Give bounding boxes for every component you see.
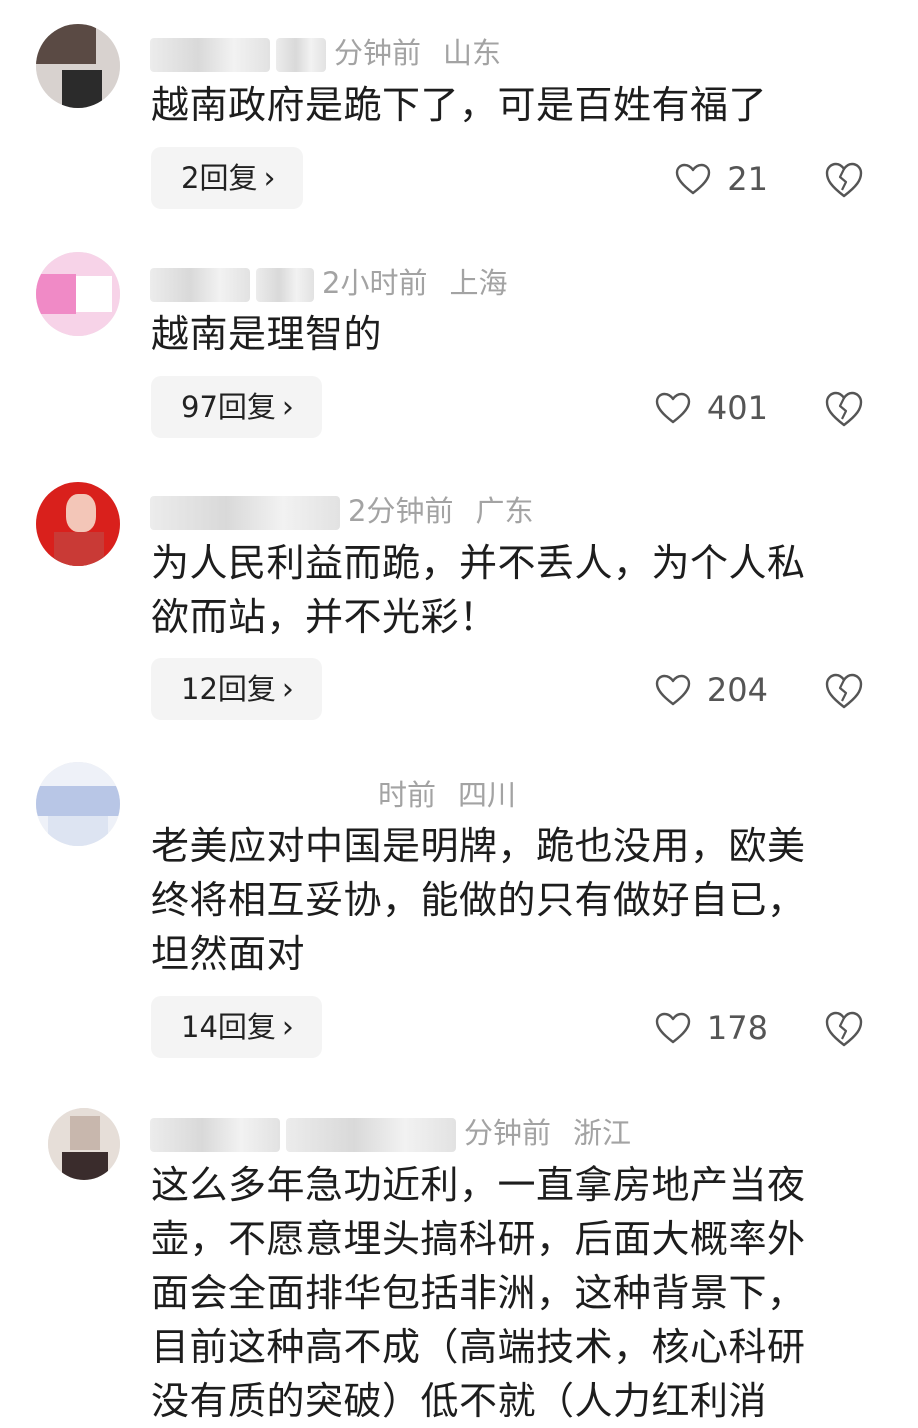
like-count: 401	[706, 389, 768, 427]
avatar[interactable]	[36, 762, 120, 846]
comment-time: 分钟前	[334, 36, 422, 70]
comment-line: 壶，不愿意埋头搞科研，后面大概率外	[151, 1217, 806, 1261]
comment-time: 2小时前	[322, 266, 428, 300]
comment-meta: 分钟前 浙江	[150, 1110, 631, 1152]
avatar[interactable]	[36, 24, 120, 108]
comment-line: 面会全面排华包括非洲，这种背景下，	[151, 1271, 806, 1315]
comment-line: 越南是理智的	[151, 312, 383, 356]
like-count: 178	[706, 1009, 768, 1047]
comment-text: 越南政府是跪下了，可是百姓有福了	[151, 78, 871, 132]
view-replies-button[interactable]: 97回复 ›	[151, 376, 322, 438]
comment-line: 没有质的突破）低不就（人力红利消	[151, 1379, 768, 1423]
comment-line: 老美应对中国是明牌，跪也没用，欧美	[151, 824, 806, 868]
view-replies-button[interactable]: 2回复 ›	[151, 147, 304, 209]
like-button[interactable]: 401	[655, 383, 768, 433]
comment-region: 山东	[443, 36, 502, 70]
reply-count: 14回复	[181, 1010, 276, 1044]
like-button[interactable]: 21	[675, 154, 768, 204]
comment-meta: 时前 四川	[150, 772, 516, 814]
comment-line: 越南政府是跪下了，可是百姓有福了	[151, 83, 768, 127]
chevron-right-icon: ›	[281, 390, 294, 425]
avatar[interactable]	[36, 482, 120, 566]
like-count: 21	[727, 160, 768, 198]
avatar[interactable]	[36, 252, 120, 336]
comment-line: 目前这种高不成（高端技术，核心科研	[151, 1325, 806, 1369]
chevron-right-icon: ›	[281, 672, 294, 707]
avatar[interactable]	[48, 1108, 120, 1180]
username-blurred[interactable]	[150, 496, 340, 530]
view-replies-button[interactable]: 12回复 ›	[151, 658, 322, 720]
like-button[interactable]: 178	[655, 1003, 768, 1053]
username-blurred[interactable]	[150, 268, 250, 302]
broken-heart-icon[interactable]	[824, 160, 864, 200]
comment-meta: 2分钟前 广东	[150, 488, 533, 530]
reply-count: 12回复	[181, 672, 276, 706]
comment-text: 越南是理智的	[151, 307, 871, 361]
heart-outline-icon	[676, 163, 711, 195]
comment-line: 坦然面对	[151, 932, 306, 976]
comment-line: 为人民利益而跪，并不丢人，为个人私	[151, 541, 806, 585]
comment-region: 广东	[475, 494, 534, 528]
comment-meta: 分钟前 山东	[150, 30, 501, 72]
comment-text: 老美应对中国是明牌，跪也没用，欧美 终将相互妥协，能做的只有做好自已， 坦然面对	[151, 819, 871, 981]
comment-region: 上海	[449, 266, 508, 300]
chevron-right-icon: ›	[281, 1010, 294, 1045]
broken-heart-icon[interactable]	[824, 671, 864, 711]
heart-outline-icon	[655, 1012, 691, 1044]
reply-count: 2回复	[181, 161, 258, 195]
view-replies-button[interactable]: 14回复 ›	[151, 996, 322, 1058]
heart-outline-icon	[655, 674, 691, 706]
comment-text: 这么多年急功近利，一直拿房地产当夜 壶，不愿意埋头搞科研，后面大概率外 面会全面…	[151, 1158, 871, 1428]
comment-text: 为人民利益而跪，并不丢人，为个人私 欲而站，并不光彩！	[151, 536, 871, 644]
reply-count: 97回复	[181, 390, 276, 424]
comment-meta: 2小时前 上海	[150, 260, 507, 302]
comment-line: 这么多年急功近利，一直拿房地产当夜	[151, 1163, 806, 1207]
like-button[interactable]: 204	[655, 665, 768, 715]
broken-heart-icon[interactable]	[824, 1009, 864, 1049]
comment-region: 四川	[458, 778, 517, 812]
chevron-right-icon: ›	[263, 161, 276, 196]
comment-time: 2分钟前	[348, 494, 454, 528]
like-count: 204	[706, 671, 768, 709]
heart-outline-icon	[655, 392, 691, 424]
comment-line: 欲而站，并不光彩！	[151, 595, 498, 639]
username-blurred[interactable]	[150, 38, 270, 72]
username-blurred[interactable]	[150, 780, 370, 814]
comment-region: 浙江	[573, 1116, 632, 1150]
comment-line: 终将相互妥协，能做的只有做好自已，	[151, 878, 806, 922]
comment-time: 分钟前	[464, 1116, 552, 1150]
broken-heart-icon[interactable]	[824, 389, 864, 429]
username-blurred[interactable]	[150, 1118, 280, 1152]
comment-time: 时前	[378, 778, 437, 812]
